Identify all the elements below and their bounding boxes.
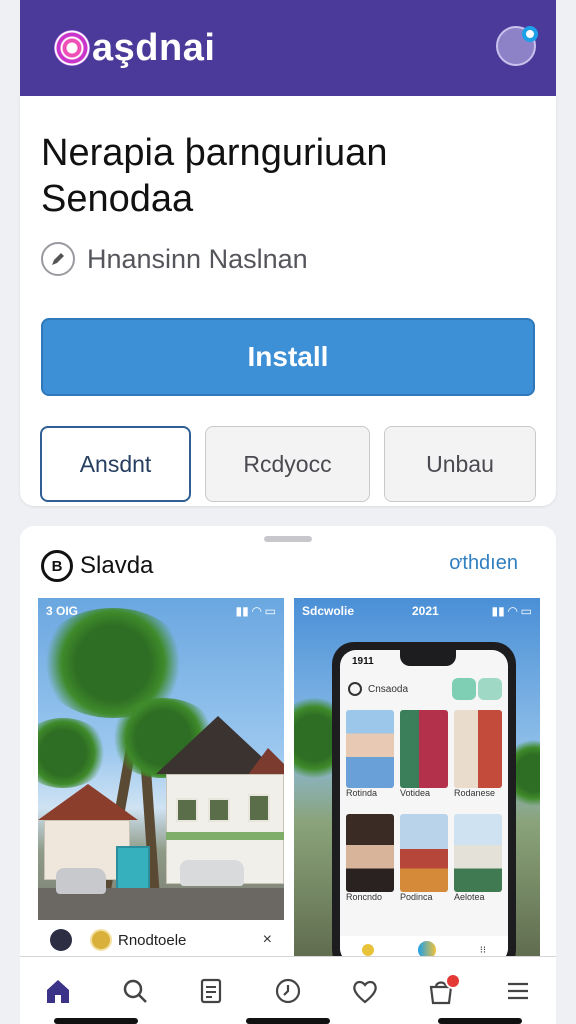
house-window: [248, 794, 270, 822]
home-indicator: [54, 1018, 138, 1024]
section-icon: B: [41, 550, 73, 582]
nav-bag[interactable]: [417, 967, 465, 1015]
phone-sun-icon: [361, 944, 374, 956]
close-icon[interactable]: ×: [263, 931, 272, 949]
phone-grid-item: Rodanese: [454, 710, 502, 810]
nav-search[interactable]: [111, 967, 159, 1015]
phone-photo-grid: Rotinda Votidea Rodanese Roncndo Podinca…: [346, 710, 502, 914]
phone-mockup: 1911 Cnsaoda Rotinda Votidea Rodanese Ro…: [332, 642, 516, 960]
notification-dot: [522, 26, 538, 42]
secondary-button-1[interactable]: Ansdnt: [40, 426, 191, 502]
install-button[interactable]: Install: [41, 318, 535, 396]
nav-documents[interactable]: [187, 967, 235, 1015]
shop-kiosk: [116, 846, 150, 892]
pen-icon: [52, 253, 64, 265]
developer-name: Hnansinn Naslnan: [87, 243, 308, 274]
app-info-card: Nerapia þarnguriuan Senodaa Hnansinn Nas…: [20, 96, 556, 506]
nav-history[interactable]: [264, 967, 312, 1015]
photo-thumbnail: [346, 710, 394, 788]
history-icon: [275, 978, 301, 1003]
phone-action-button-2: [478, 678, 502, 700]
nav-menu[interactable]: [494, 967, 542, 1015]
photo-label: Podinca: [400, 892, 433, 902]
status-icons-2: ▮▮ ◠ ▭: [491, 604, 532, 618]
phone-screen: 1911 Cnsaoda Rotinda Votidea Rodanese Ro…: [340, 650, 508, 960]
status-icons: ▮▮ ◠ ▭: [235, 604, 276, 618]
screenshot-2[interactable]: Sdcwolie 2021 ▮▮ ◠ ▭ 1911 Cnsaoda Rotind…: [294, 598, 540, 960]
house-balcony: [166, 832, 284, 840]
app-header: aşdnai: [20, 0, 556, 96]
developer-row[interactable]: Hnansinn Naslnan: [41, 242, 308, 276]
screenshot-2-status-bar: Sdcwolie 2021 ▮▮ ◠ ▭: [294, 598, 540, 622]
small-house-roof: [38, 784, 138, 820]
notification-badge: [445, 972, 462, 989]
phone-more-icon: ⁝⁝: [479, 944, 487, 956]
section-icon-letter: B: [51, 557, 63, 575]
screenshot-1[interactable]: 3 OIG ▮▮ ◠ ▭ Rnodtoele ×: [38, 598, 284, 960]
screenshots-link[interactable]: ơthdıen: [449, 552, 518, 575]
phone-header-text: Cnsaoda: [368, 683, 409, 695]
car-2: [180, 860, 244, 886]
heart-icon: [352, 980, 377, 1003]
screenshots-title: Slavda: [80, 552, 154, 579]
phone-notch: [400, 650, 456, 666]
coin-icon: [90, 929, 112, 951]
search-icon: [123, 979, 147, 1003]
photo-thumbnail: [454, 814, 502, 892]
phone-grid-item: Roncndo: [346, 814, 394, 914]
document-icon: [201, 978, 222, 1003]
photo-label: Votidea: [400, 788, 431, 798]
app-title-line2: Senodaa: [41, 178, 194, 220]
home-indicator-3: [438, 1018, 522, 1024]
camera-icon: [50, 929, 72, 951]
profile-icon[interactable]: [496, 26, 538, 66]
palm-leaves-3: [38, 718, 108, 788]
home-icon: [47, 979, 70, 1003]
home-indicator-2: [246, 1018, 330, 1024]
app-title-line1: Nerapia þarnguriuan: [41, 132, 388, 174]
screenshot-1-bottom-bar: Rnodtoele ×: [38, 920, 284, 960]
phone-header: Cnsaoda: [348, 682, 408, 696]
secondary-button-2[interactable]: Rcdyocc: [205, 426, 370, 502]
photo-label: Roncndo: [346, 892, 383, 902]
photo-label: Rotinda: [346, 788, 378, 798]
photo-thumbnail: [400, 710, 448, 788]
app-title: Nerapia þarnguriuan Senodaa: [41, 130, 521, 222]
menu-icon: [507, 982, 528, 999]
car: [56, 868, 106, 894]
logo-icon: [54, 30, 90, 66]
screenshot-2-status-text: Sdcwolie: [302, 604, 355, 618]
photo-thumbnail: [400, 814, 448, 892]
bottom-nav: [20, 956, 556, 1024]
phone-header-icon: [348, 682, 362, 696]
phone-grid-item: Votidea: [400, 710, 448, 810]
photo-thumbnail: [346, 814, 394, 892]
secondary-button-3[interactable]: Unbau: [384, 426, 536, 502]
house-window: [208, 798, 230, 822]
nav-favorites[interactable]: [341, 967, 389, 1015]
phone-grid-item: Aelotea: [454, 814, 502, 914]
photo-thumbnail: [454, 710, 502, 788]
photo-label: Aelotea: [454, 892, 485, 902]
photo-label: Rodanese: [454, 788, 496, 798]
house-window: [176, 798, 198, 822]
developer-icon: [41, 242, 75, 276]
phone-time: 1911: [352, 656, 374, 667]
screenshots-card: B Slavda ơthdıen 3 OIG ▮▮ ◠ ▭ Rnodtoele …: [20, 526, 556, 1024]
screenshot-2-status-time: 2021: [412, 604, 439, 618]
phone-grid-item: Rotinda: [346, 710, 394, 810]
screenshot-1-bar-label: Rnodtoele: [118, 931, 187, 949]
phone-grid-item: Podinca: [400, 814, 448, 914]
drag-handle[interactable]: [264, 536, 312, 542]
logo[interactable]: aşdnai: [54, 26, 215, 70]
nav-home[interactable]: [34, 967, 82, 1015]
logo-text: aşdnai: [92, 26, 216, 69]
phone-action-button: [452, 678, 476, 700]
